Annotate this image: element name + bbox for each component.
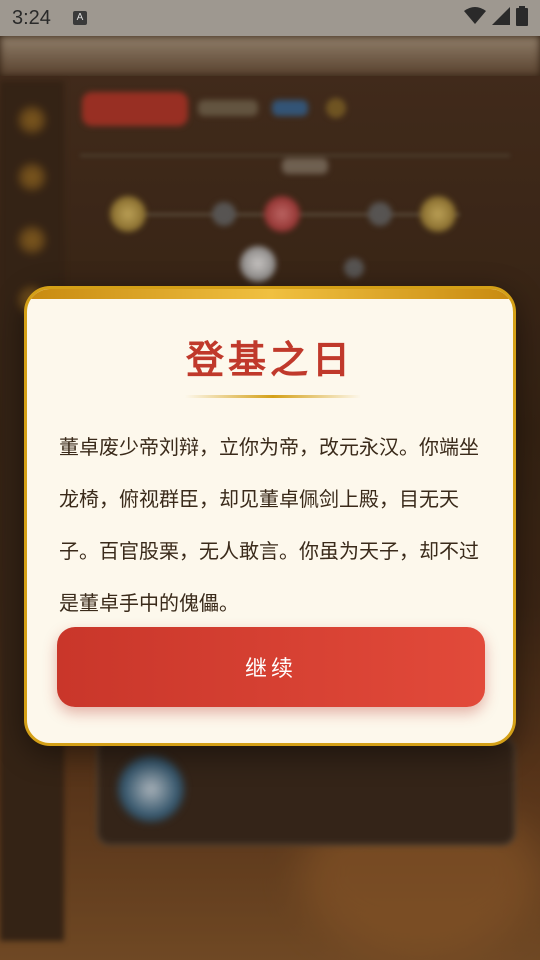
status-bar: 3:24 A	[0, 0, 540, 36]
battery-icon	[516, 6, 528, 30]
signal-icon	[492, 7, 510, 29]
event-dialog: 登基之日 董卓废少帝刘辩，立你为帝，改元永汉。你端坐龙椅，俯视群臣，却见董卓佩剑…	[24, 286, 516, 746]
notification-icon: A	[72, 11, 87, 25]
dialog-title: 登基之日	[185, 338, 354, 382]
dialog-top-accent	[27, 289, 513, 299]
wifi-icon	[464, 7, 486, 29]
dialog-body-text: 董卓废少帝刘辩，立你为帝，改元永汉。你端坐龙椅，俯视群臣，却见董卓佩剑上殿，目无…	[59, 435, 479, 615]
title-divider	[185, 395, 361, 398]
continue-button[interactable]: 继续	[57, 627, 485, 707]
status-time: 3:24	[12, 6, 51, 29]
status-icons	[464, 6, 528, 30]
